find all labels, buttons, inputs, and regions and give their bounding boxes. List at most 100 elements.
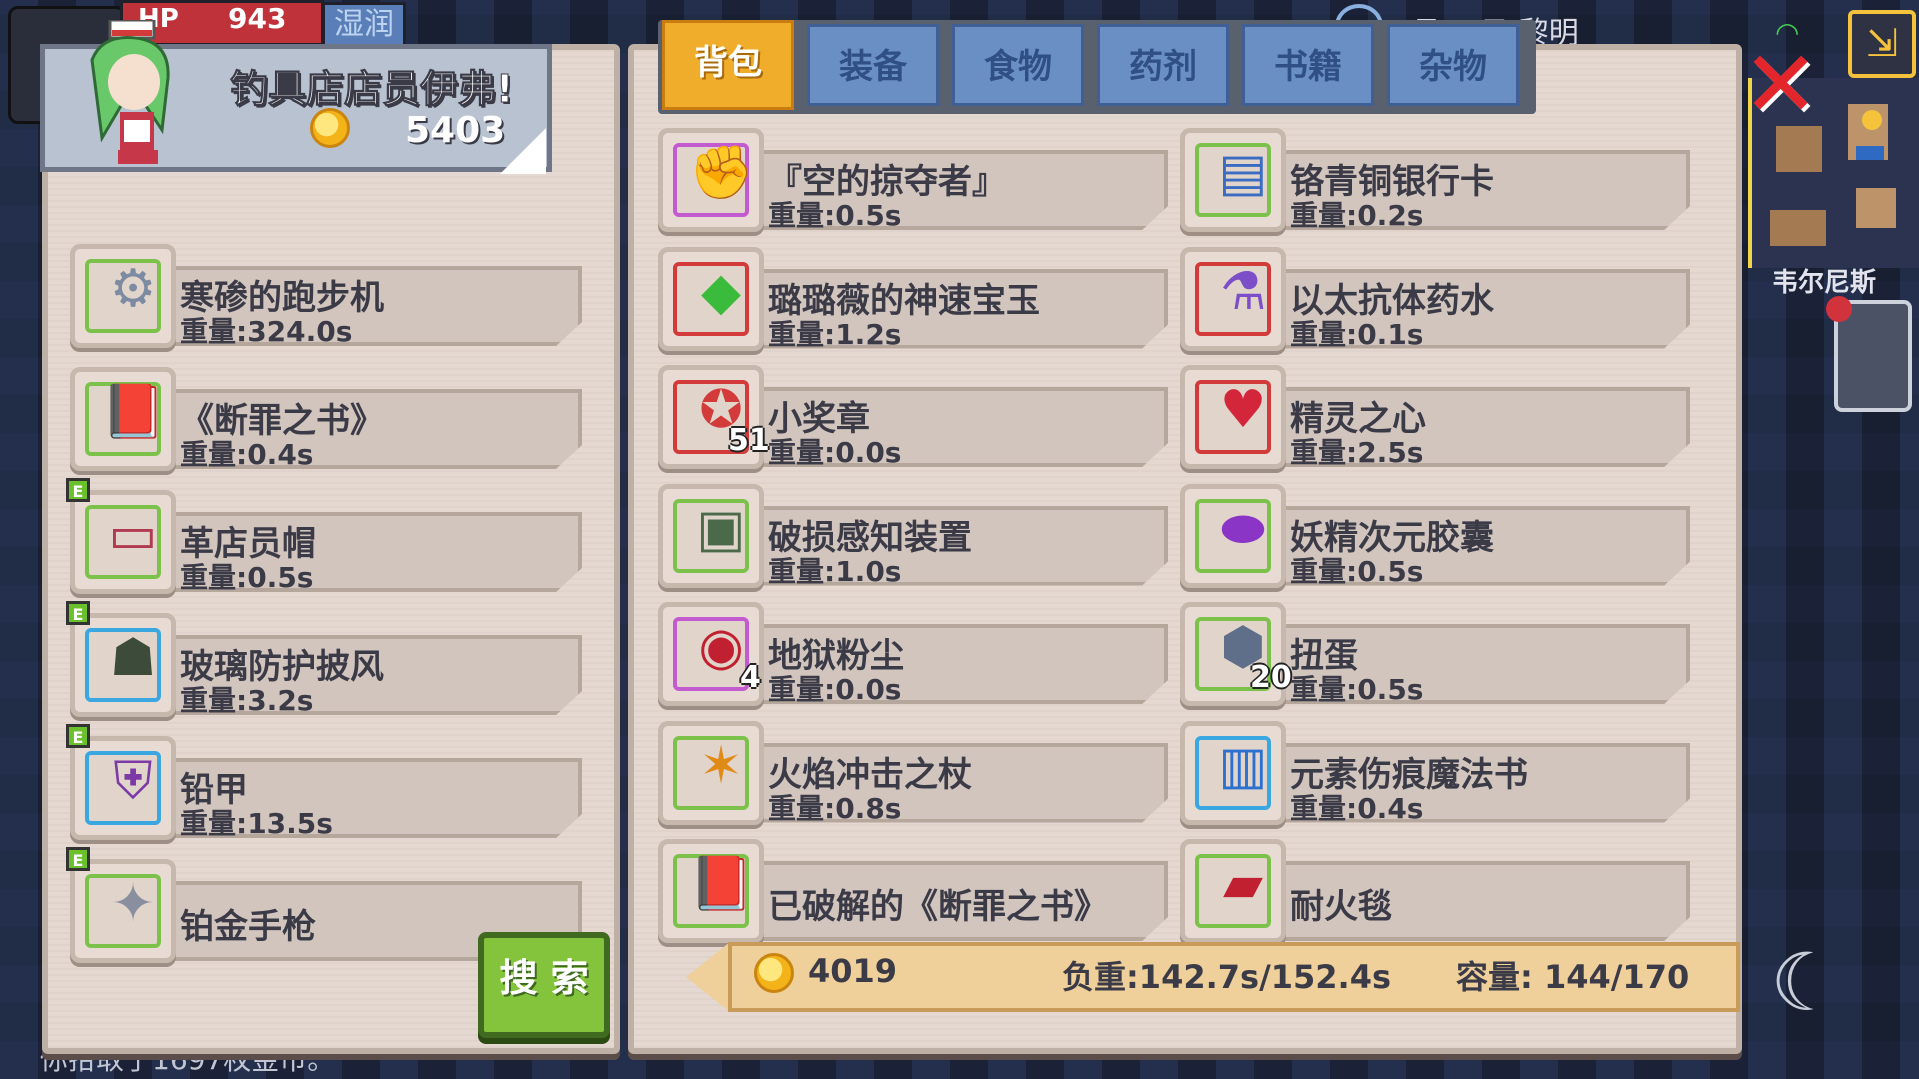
item-slot[interactable]: ☗ — [70, 613, 176, 717]
tab-2[interactable]: 食物 — [952, 24, 1084, 106]
item-weight: 重量:0.5s — [1290, 554, 1424, 588]
item-slot[interactable]: ⚗ — [1180, 246, 1286, 351]
item-row[interactable]: ⚙ 寒碜的跑步机 重量:324.0s — [70, 244, 582, 348]
exit-icon[interactable]: ⇲ — [1848, 10, 1916, 78]
item-row[interactable]: ♥ 精灵之心 重量:2.5s — [1180, 365, 1690, 469]
rarity-frame: ⬬ — [1195, 498, 1271, 573]
item-slot[interactable]: ♥ — [1180, 365, 1286, 469]
capsule-icon: ⬬ — [1220, 498, 1266, 559]
item-row[interactable]: ⬢ 20 扭蛋 重量:0.5s — [1180, 602, 1690, 706]
item-slot[interactable]: ▰ — [1180, 839, 1286, 943]
item-weight: 重量:0.5s — [768, 199, 902, 232]
hat-icon: ▭ — [108, 505, 158, 565]
rarity-frame: ▥ — [1195, 735, 1271, 810]
minimap-building — [1856, 188, 1896, 228]
item-count: 20 — [1250, 660, 1292, 695]
item-row[interactable]: ☗ E 玻璃防护披风 重量:3.2s — [66, 601, 582, 717]
item-row[interactable]: ✪ 51 小奖章 重量:0.0s — [658, 365, 1168, 469]
spellbook-icon: ▥ — [1218, 735, 1268, 796]
item-count: 51 — [728, 423, 770, 458]
npc-avatar — [90, 20, 170, 164]
item-slot[interactable]: ▣ — [658, 483, 764, 588]
tab-0[interactable]: 背包 — [662, 20, 794, 110]
item-weight: 重量:2.5s — [1290, 436, 1424, 469]
item-row[interactable]: ▥ 元素伤痕魔法书 重量:0.4s — [1180, 720, 1690, 825]
item-name: 铂金手枪 — [180, 907, 316, 947]
item-row[interactable]: ▰ 耐火毯 — [1180, 839, 1690, 943]
item-slot[interactable]: ▥ — [1180, 720, 1286, 825]
rarity-frame: ◉ — [673, 617, 749, 691]
item-row[interactable]: ⛨ E 铅甲 重量:13.5s — [66, 724, 582, 840]
rarity-frame: ✶ — [673, 735, 749, 810]
minimap-building — [1770, 210, 1826, 246]
item-row[interactable]: ▣ 破损感知装置 重量:1.0s — [658, 483, 1168, 588]
book-icon: 📕 — [689, 854, 754, 914]
item-weight: 重量:0.2s — [1290, 199, 1424, 232]
gauntlet-icon: ✊ — [689, 143, 754, 203]
item-slot[interactable]: ✊ — [658, 128, 764, 232]
rarity-frame: ▭ — [85, 505, 161, 579]
item-slot[interactable]: ▭ — [70, 490, 176, 594]
coin-icon — [310, 108, 350, 148]
item-row[interactable]: ✊ 『空的掠夺者』 重量:0.5s — [658, 128, 1168, 232]
item-slot[interactable]: ✦ — [70, 859, 176, 963]
item-count: 4 — [740, 660, 761, 695]
blanket-icon: ▰ — [1223, 854, 1263, 914]
rarity-frame: ▣ — [673, 498, 749, 573]
item-slot[interactable]: ◆ — [658, 246, 764, 351]
close-icon[interactable]: ✕ — [1742, 39, 1819, 131]
tab-5[interactable]: 杂物 — [1387, 24, 1519, 106]
staff-icon: ✶ — [699, 735, 743, 796]
book-icon: 📕 — [101, 382, 166, 442]
bow-icon[interactable]: ☾ — [1770, 935, 1842, 1031]
pistol-icon: ✦ — [111, 874, 155, 934]
tab-1[interactable]: 装备 — [807, 24, 939, 106]
item-weight: 重量:1.2s — [768, 317, 902, 351]
item-slot[interactable]: ⚙ — [70, 244, 176, 348]
rarity-frame: 📕 — [85, 382, 166, 456]
cloak-icon: ☗ — [109, 628, 157, 688]
item-row[interactable]: ◆ 璐璐薇的神速宝玉 重量:1.2s — [658, 246, 1168, 351]
item-row[interactable]: 📕 已破解的《断罪之书》 — [658, 839, 1168, 943]
bank-card-icon: ▤ — [1218, 143, 1268, 203]
item-slot[interactable]: ⬬ — [1180, 483, 1286, 588]
device-icon: ▣ — [696, 498, 746, 559]
item-name: 耐火毯 — [1290, 887, 1392, 927]
rarity-frame: ▰ — [1195, 854, 1271, 928]
rarity-frame: ▤ — [1195, 143, 1271, 217]
heart-icon: ♥ — [1219, 380, 1267, 440]
rarity-frame: ⛨ — [85, 751, 161, 825]
item-row[interactable]: ⬬ 妖精次元胶囊 重量:0.5s — [1180, 483, 1690, 588]
item-slot[interactable]: 📕 — [658, 839, 764, 943]
coin-icon — [754, 953, 794, 993]
tab-3[interactable]: 药剂 — [1097, 24, 1229, 106]
treadmill-icon: ⚙ — [109, 259, 157, 319]
item-slot[interactable]: ✶ — [658, 720, 764, 825]
armor-icon: ⛨ — [113, 751, 153, 811]
item-row[interactable]: ✶ 火焰冲击之杖 重量:0.8s — [658, 720, 1168, 825]
rarity-frame: 📕 — [673, 854, 754, 928]
header-corner — [500, 128, 546, 174]
location-name: 韦尔尼斯 — [1772, 268, 1877, 298]
search-button[interactable]: 搜 索 — [478, 932, 610, 1038]
capacity-label: 容量: 144/170 — [1456, 958, 1690, 996]
item-row[interactable]: ◉ 4 地狱粉尘 重量:0.0s — [658, 602, 1168, 706]
item-row[interactable]: 📕 《断罪之书》 重量:0.4s — [70, 367, 582, 471]
gem-icon: ◆ — [701, 261, 741, 322]
rarity-frame: ⚗ — [1195, 261, 1271, 336]
item-slot[interactable]: ⛨ — [70, 736, 176, 840]
item-slot[interactable]: ▤ — [1180, 128, 1286, 232]
item-weight: 重量:3.2s — [180, 684, 314, 717]
item-row[interactable]: ▭ E 革店员帽 重量:0.5s — [66, 478, 582, 594]
item-weight: 重量:0.0s — [768, 436, 902, 469]
item-weight: 重量:324.0s — [180, 315, 353, 348]
item-slot[interactable]: 📕 — [70, 367, 176, 471]
weather-badge: 湿润 — [322, 2, 406, 48]
item-weight: 重量:0.5s — [180, 561, 314, 594]
item-row[interactable]: ⚗ 以太抗体药水 重量:0.1s — [1180, 246, 1690, 351]
item-name: 已破解的《断罪之书》 — [768, 887, 1108, 927]
hp-value: 943 — [228, 2, 287, 35]
shop-money: 5403 — [405, 110, 506, 151]
tab-4[interactable]: 书籍 — [1242, 24, 1374, 106]
item-row[interactable]: ▤ 铬青铜银行卡 重量:0.2s — [1180, 128, 1690, 232]
